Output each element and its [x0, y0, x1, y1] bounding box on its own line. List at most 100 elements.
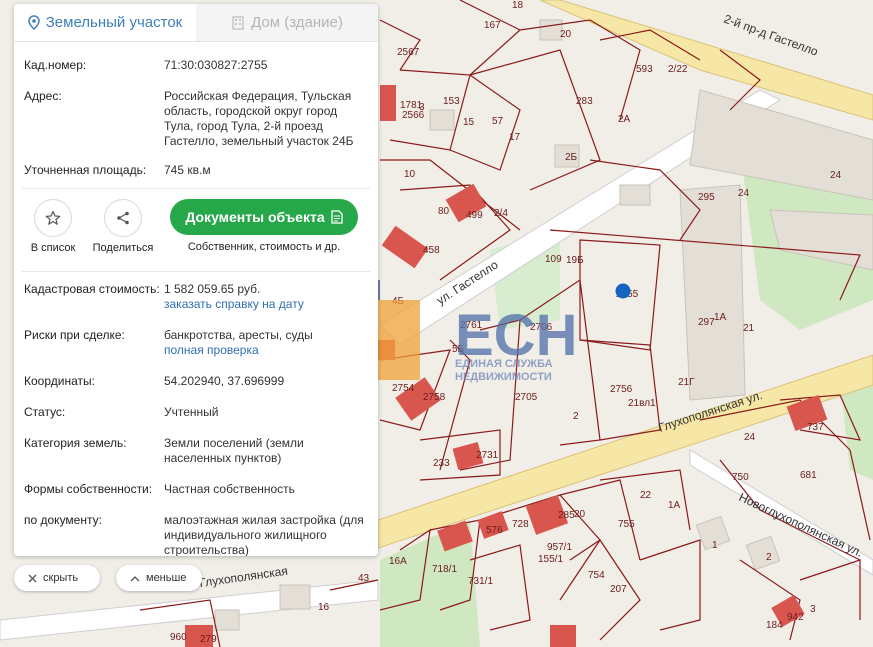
- plot-label: 16: [318, 602, 330, 613]
- plot-label: 2731: [476, 450, 499, 461]
- plot-label: 21Г: [678, 377, 695, 388]
- watermark-line2: НЕДВИЖИМОСТИ: [455, 371, 552, 383]
- plot-label: 20: [560, 29, 572, 40]
- plot-label: 17: [509, 132, 521, 143]
- plot-label: 24: [744, 432, 756, 443]
- risks-value: банкротства, аресты, суды: [164, 328, 313, 342]
- plot-label: 24: [830, 170, 842, 181]
- cadastral-cost-value: 1 582 059.65 руб.: [164, 282, 261, 296]
- plot-label: 499: [466, 210, 483, 221]
- plot-label: 957/1: [547, 542, 572, 553]
- tab-bar: Земельный участок Дом (здание): [14, 4, 378, 42]
- tab-land-plot-label: Земельный участок: [45, 14, 183, 31]
- plot-label: 728: [512, 519, 529, 530]
- land-category-value: Земли поселений (земли населенных пункто…: [164, 436, 304, 465]
- share-label: Поделиться: [92, 242, 154, 254]
- plot-label: 681: [800, 470, 817, 481]
- plot-label: 18: [512, 0, 524, 11]
- hide-panel-label: скрыть: [43, 572, 79, 584]
- plot-label: 16А: [389, 556, 407, 567]
- plot-label: 21вл1: [628, 398, 656, 409]
- plot-label: 593: [636, 64, 653, 75]
- add-to-list-label: В список: [30, 242, 76, 254]
- documents-block: Документы объекта Собственник, стоимость…: [170, 199, 358, 253]
- document-use-row: по документу: малоэтажная жилая застройк…: [14, 513, 378, 556]
- plot-label: 754: [588, 570, 605, 581]
- plot-label: 576: [486, 525, 503, 536]
- plot-label: 960: [170, 632, 187, 643]
- tab-house[interactable]: Дом (здание): [196, 4, 378, 41]
- share-button[interactable]: Поделиться: [92, 199, 154, 254]
- address-value: Российская Федерация, Тульская область, …: [164, 89, 354, 148]
- coordinates-value: 54.202940, 37.696999: [164, 374, 285, 388]
- plot-label: 43: [358, 573, 370, 584]
- document-icon: [330, 210, 343, 224]
- tab-land-plot[interactable]: Земельный участок: [14, 4, 196, 41]
- area-label: Уточненная площадь:: [24, 163, 147, 177]
- plot-label: 458: [423, 245, 440, 256]
- plot-label: 20: [574, 509, 586, 520]
- info-panel: Земельный участок Дом (здание) Кад.номер…: [14, 4, 378, 556]
- land-category-row: Категория земель: Земли поселений (земли…: [14, 436, 378, 466]
- coordinates-row: Координаты: 54.202940, 37.696999: [14, 374, 378, 389]
- plot-label: 1А: [668, 500, 681, 511]
- plot-label: 2756: [610, 384, 633, 395]
- star-icon: [45, 210, 61, 225]
- plot-label: 2705: [515, 392, 538, 403]
- risks-row: Риски при сделке: банкротства, аресты, с…: [14, 328, 378, 358]
- tab-house-label: Дом (здание): [251, 14, 343, 31]
- share-icon: [117, 211, 129, 225]
- plot-label: 24: [738, 188, 750, 199]
- plot-label: 3: [810, 604, 816, 615]
- cadastral-cost-row: Кадастровая стоимость: 1 582 059.65 руб.…: [14, 282, 378, 312]
- plot-label: 2754: [392, 383, 415, 394]
- cadastral-number-label: Кад.номер:: [24, 58, 87, 72]
- plot-label: 2: [573, 411, 579, 422]
- plot-label: 2Б: [565, 152, 578, 163]
- cadastral-cost-values: 1 582 059.65 руб. заказать справку на да…: [164, 282, 368, 312]
- plot-label: 750: [732, 472, 749, 483]
- selected-plot-marker[interactable]: [615, 283, 631, 299]
- document-use-value: малоэтажная жилая застройка (для индивид…: [164, 513, 364, 556]
- cadastral-number-row: Кад.номер: 71:30:030827:2755: [14, 58, 378, 73]
- plot-label: 737: [807, 422, 824, 433]
- watermark-line1: ЕДИНАЯ СЛУЖБА: [455, 358, 553, 370]
- plot-label: 57: [492, 116, 504, 127]
- plot-label: 167: [484, 20, 501, 31]
- plot-label: 283: [576, 96, 593, 107]
- plot-label: 10: [404, 169, 416, 180]
- plot-label: 2/4: [494, 208, 508, 219]
- collapse-panel-button[interactable]: меньше: [116, 565, 202, 591]
- documents-subtitle: Собственник, стоимость и др.: [187, 241, 341, 253]
- map-pin-icon: [27, 15, 40, 30]
- cadastral-cost-label: Кадастровая стоимость:: [24, 282, 160, 296]
- plot-label: 2758: [423, 392, 446, 403]
- status-row: Статус: Учтенный: [14, 405, 378, 420]
- status-label: Статус:: [24, 405, 66, 419]
- cadastral-number-link[interactable]: 71:30:030827:2755: [164, 58, 368, 73]
- ownership-row: Формы собственности: Частная собственнос…: [14, 482, 378, 497]
- building-icon: [232, 15, 244, 30]
- plot-label: 207: [610, 584, 627, 595]
- hide-panel-button[interactable]: скрыть: [14, 565, 100, 591]
- close-icon: [28, 574, 37, 582]
- area-value: 745 кв.м: [164, 163, 211, 177]
- plot-label: 3: [419, 102, 425, 113]
- full-check-link[interactable]: полная проверка: [164, 343, 259, 357]
- actions-bar: В список Поделиться Документы объекта Со…: [14, 199, 378, 271]
- status-value: Учтенный: [164, 405, 219, 419]
- plot-label: 1А: [714, 312, 727, 323]
- add-to-list-button[interactable]: В список: [22, 199, 84, 254]
- documents-button[interactable]: Документы объекта: [170, 199, 358, 235]
- chevron-up-icon: [130, 575, 140, 581]
- plot-label: 21: [743, 323, 755, 334]
- plot-label: 155/1: [538, 554, 563, 565]
- risks-values: банкротства, аресты, суды полная проверк…: [164, 328, 368, 358]
- share-circle: [104, 199, 142, 237]
- documents-button-label: Документы объекта: [185, 209, 325, 225]
- plot-label: 295: [698, 192, 715, 203]
- plot-label: 233: [433, 458, 450, 469]
- ownership-label: Формы собственности:: [24, 482, 153, 496]
- plot-label: 19Б: [566, 255, 584, 266]
- order-certificate-link[interactable]: заказать справку на дату: [164, 297, 304, 311]
